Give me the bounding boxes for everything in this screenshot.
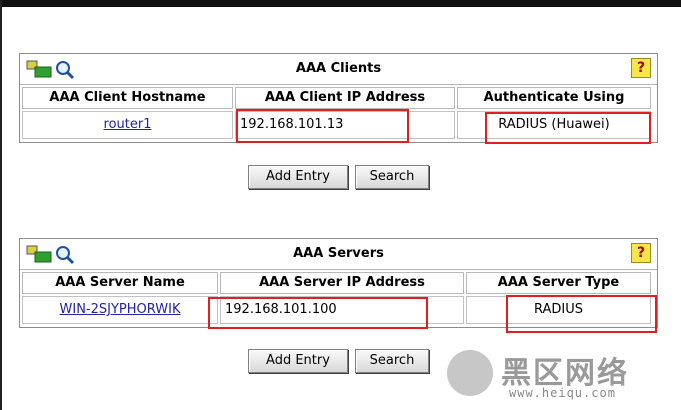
table-row-server-name-cell: WIN-2SJYPHORWIK	[22, 296, 218, 324]
aaa-clients-header: AAA Clients ?	[20, 54, 657, 85]
highlight-box-server-type	[506, 295, 657, 333]
highlight-box-authenticate-using	[485, 112, 651, 144]
column-header-hostname: AAA Client Hostname	[22, 87, 233, 109]
watermark: 黑区网络 www.heiqu.com	[447, 346, 675, 406]
column-header-server-name: AAA Server Name	[22, 272, 218, 294]
servers-add-entry-button[interactable]: Add Entry	[248, 349, 348, 373]
aaa-servers-title: AAA Servers	[293, 246, 384, 261]
table-row-hostname-cell: router1	[22, 111, 233, 139]
highlight-box-server-ip	[208, 297, 428, 329]
clients-add-entry-button[interactable]: Add Entry	[248, 165, 348, 189]
help-icon[interactable]: ?	[631, 58, 651, 78]
left-frame-edge	[0, 0, 2, 410]
column-header-server-type: AAA Server Type	[466, 272, 651, 294]
column-header-authenticate-using: Authenticate Using	[457, 87, 651, 109]
aaa-clients-title: AAA Clients	[295, 61, 382, 76]
servers-search-button[interactable]: Search	[355, 349, 429, 373]
clients-search-button[interactable]: Search	[355, 165, 429, 189]
column-header-server-ip: AAA Server IP Address	[220, 272, 464, 294]
highlight-box-client-ip	[236, 109, 409, 143]
help-icon[interactable]: ?	[631, 243, 651, 263]
watermark-logo-icon	[447, 350, 493, 396]
server-name-link[interactable]: WIN-2SJYPHORWIK	[60, 302, 181, 317]
client-hostname-link[interactable]: router1	[104, 117, 152, 132]
column-header-client-ip: AAA Client IP Address	[235, 87, 455, 109]
watermark-url: www.heiqu.com	[509, 386, 616, 400]
aaa-servers-header: AAA Servers ?	[20, 239, 657, 270]
top-frame-bar	[0, 0, 681, 7]
